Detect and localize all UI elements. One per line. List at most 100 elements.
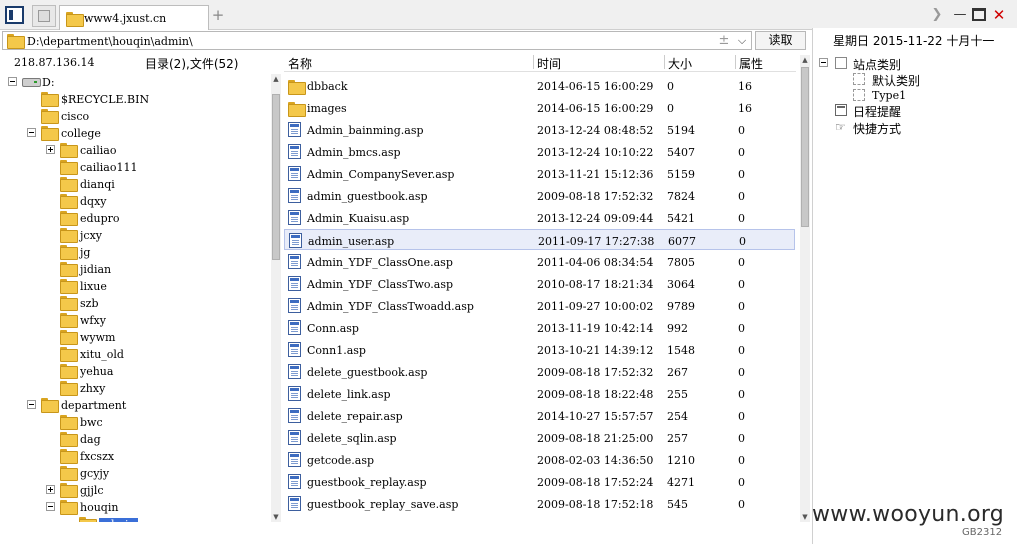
tree-item[interactable]: cailiao111 xyxy=(0,159,270,176)
tree-item[interactable]: gjjlc xyxy=(0,482,270,499)
file-name: delete_link.asp xyxy=(307,388,391,401)
tree-item[interactable]: $RECYCLE.BIN xyxy=(0,91,270,108)
scroll-thumb[interactable] xyxy=(801,67,809,227)
file-row[interactable]: Admin_bainming.asp 2013-12-24 08:48:52 519… xyxy=(284,119,795,140)
file-row[interactable]: delete_guestbook.asp 2009-08-18 17:52:32 2… xyxy=(284,361,795,382)
scroll-thumb[interactable] xyxy=(272,94,280,260)
expand-icon[interactable] xyxy=(46,485,55,494)
tree-item[interactable]: xitu_old xyxy=(0,346,270,363)
file-row[interactable]: Admin_YDF_ClassTwo.asp 2010-08-17 18:21:3… xyxy=(284,273,795,294)
tree-item[interactable]: jg xyxy=(0,244,270,261)
tree-item[interactable]: cailiao xyxy=(0,142,270,159)
file-row[interactable]: Admin_YDF_ClassOne.asp 2011-04-06 08:34:5… xyxy=(284,251,795,272)
tree-item[interactable]: admin xyxy=(0,516,270,522)
file-row[interactable]: guestbook_replay.asp 2009-08-18 17:52:24 4… xyxy=(284,471,795,492)
tree-item[interactable]: gcyjy xyxy=(0,465,270,482)
scroll-up-icon[interactable]: ▲ xyxy=(271,74,281,84)
file-row[interactable]: Admin_Kuaisu.asp 2013-12-24 09:09:44 5421 0 xyxy=(284,207,795,228)
close-button[interactable]: ✕ xyxy=(991,6,1007,24)
minimize-button[interactable]: — xyxy=(953,7,967,23)
collapse-icon[interactable] xyxy=(27,400,36,409)
file-row[interactable]: admin_user.asp 2011-09-17 17:27:38 6077 0 xyxy=(284,229,795,250)
site-category-node[interactable]: 站点类别 xyxy=(819,55,1009,72)
tree-item[interactable]: college xyxy=(0,125,270,142)
file-row[interactable]: delete_sqlin.asp 2009-08-18 21:25:00 257 0 xyxy=(284,427,795,448)
file-row[interactable]: guestbook_replay_save.asp 2009-08-18 17:5… xyxy=(284,493,795,514)
file-row[interactable]: Admin_YDF_ClassTwoadd.asp 2011-09-27 10:0… xyxy=(284,295,795,316)
tree-item[interactable]: jidian xyxy=(0,261,270,278)
tree-item[interactable]: bwc xyxy=(0,414,270,431)
file-list-scrollbar[interactable]: ▲ ▼ xyxy=(800,55,810,522)
file-size: 5407 xyxy=(667,146,695,159)
tree-item[interactable]: department xyxy=(0,397,270,414)
file-row[interactable]: Admin_CompanySever.asp 2013-11-21 15:12:3… xyxy=(284,163,795,184)
schedule-label: 日程提醒 xyxy=(853,105,902,119)
column-divider[interactable] xyxy=(533,55,534,69)
tree-item[interactable]: cisco xyxy=(0,108,270,125)
scroll-down-icon[interactable]: ▼ xyxy=(271,512,281,522)
collapse-icon[interactable] xyxy=(46,502,55,511)
file-row[interactable]: Admin_bmcs.asp 2013-12-24 10:10:22 5407 0 xyxy=(284,141,795,162)
tree-item[interactable]: dqxy xyxy=(0,193,270,210)
file-attr: 0 xyxy=(738,432,745,445)
asp-file-icon xyxy=(288,166,301,181)
tree-item[interactable]: wywm xyxy=(0,329,270,346)
file-row[interactable]: dbback 2014-06-15 16:00:29 0 16 xyxy=(284,75,795,96)
file-list: dbback 2014-06-15 16:00:29 0 16 images 2014-0… xyxy=(284,75,796,522)
scroll-down-icon[interactable]: ▼ xyxy=(800,512,810,522)
shortcut-node[interactable]: ☞ 快捷方式 xyxy=(819,119,1009,136)
file-row[interactable]: images 2014-06-15 16:00:29 0 16 xyxy=(284,97,795,118)
file-row[interactable]: getcode.asp 2008-02-03 14:36:50 1210 0 xyxy=(284,449,795,470)
tree-scrollbar[interactable]: ▲ ▼ xyxy=(271,74,281,522)
left-header: 218.87.136.14 目录(2),文件(52) xyxy=(0,53,270,72)
item-count: 目录(2),文件(52) xyxy=(145,57,239,71)
file-row[interactable]: Conn.asp 2013-11-19 10:42:14 992 0 xyxy=(284,317,795,338)
maximize-button[interactable] xyxy=(972,8,986,21)
path-plus-icon[interactable]: ± xyxy=(717,33,731,49)
path-input[interactable]: D:\department\houqin\admin\ ± ⌵ xyxy=(2,31,752,50)
tree-item[interactable]: edupro xyxy=(0,210,270,227)
tree-item[interactable]: lixue xyxy=(0,278,270,295)
tree-item[interactable]: wfxy xyxy=(0,312,270,329)
file-name: getcode.asp xyxy=(307,454,375,467)
column-divider[interactable] xyxy=(664,55,665,69)
tree-item[interactable]: zhxy xyxy=(0,380,270,397)
collapse-icon[interactable] xyxy=(819,58,828,67)
tree-item[interactable]: houqin xyxy=(0,499,270,516)
collapse-icon[interactable] xyxy=(27,128,36,137)
expand-icon[interactable] xyxy=(46,145,55,154)
tab-active[interactable]: www4.jxust.cn xyxy=(59,5,209,30)
column-time[interactable]: 时间 xyxy=(537,55,561,72)
panel-toggle-icon[interactable] xyxy=(5,6,24,24)
file-row[interactable]: Conn1.asp 2013-10-21 14:39:12 1548 0 xyxy=(284,339,795,360)
collapse-icon[interactable] xyxy=(8,77,17,86)
folder-icon xyxy=(66,12,84,27)
default-category-node[interactable]: 默认类别 xyxy=(819,71,1009,88)
path-dropdown-icon[interactable]: ⌵ xyxy=(735,33,749,49)
folder-icon xyxy=(60,432,78,447)
scroll-up-icon[interactable]: ▲ xyxy=(800,55,810,65)
file-row[interactable]: delete_link.asp 2009-08-18 18:22:48 255 0 xyxy=(284,383,795,404)
column-name[interactable]: 名称 xyxy=(288,55,312,72)
tree-item[interactable]: fxcszx xyxy=(0,448,270,465)
file-attr: 0 xyxy=(738,476,745,489)
schedule-node[interactable]: 日程提醒 xyxy=(819,102,1009,119)
file-row[interactable]: delete_repair.asp 2014-10-27 15:57:57 254 0 xyxy=(284,405,795,426)
tree-item[interactable]: szb xyxy=(0,295,270,312)
column-divider[interactable] xyxy=(735,55,736,69)
tree-item[interactable]: yehua xyxy=(0,363,270,380)
tree-item[interactable]: dag xyxy=(0,431,270,448)
add-tab-button[interactable]: + xyxy=(210,6,226,24)
read-button[interactable]: 读取 xyxy=(755,31,806,50)
tree-item[interactable]: dianqi xyxy=(0,176,270,193)
tree-item[interactable]: jcxy xyxy=(0,227,270,244)
tree-item[interactable]: D: xyxy=(0,74,270,91)
asp-file-icon xyxy=(288,430,301,445)
tab-blank[interactable] xyxy=(32,5,56,27)
column-attr[interactable]: 属性 xyxy=(739,55,763,72)
column-size[interactable]: 大小 xyxy=(668,55,692,72)
file-row[interactable]: admin_guestbook.asp 2009-08-18 17:52:32 78… xyxy=(284,185,795,206)
tree-item-label: college xyxy=(61,127,101,140)
tree-item-label: dianqi xyxy=(80,178,115,191)
tab-scroll-right-icon[interactable]: ❯ xyxy=(930,6,944,24)
